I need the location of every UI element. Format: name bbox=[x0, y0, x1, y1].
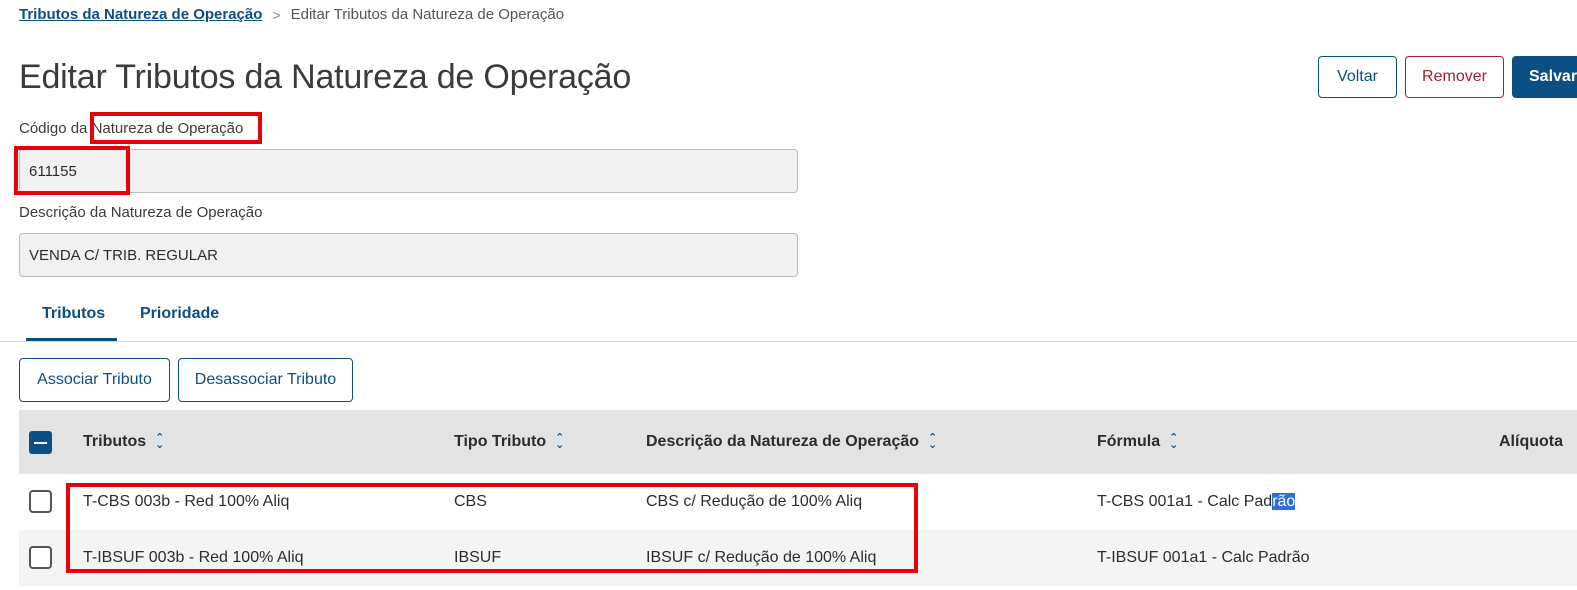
breadcrumb-current: Editar Tributos da Natureza de Operação bbox=[290, 6, 565, 23]
code-field-value: 611155 bbox=[29, 162, 77, 180]
sort-icon[interactable]: ⌃ ⌄ bbox=[555, 433, 564, 451]
column-header-label: Descrição da Natureza de Operação bbox=[646, 433, 920, 450]
cell-tributo: T-CBS 003b - Red 100% Aliq bbox=[83, 493, 290, 510]
cell-tipo-tributo: IBSUF bbox=[454, 549, 502, 566]
cell-formula-text: T-CBS 001a1 - Calc Pad bbox=[1097, 493, 1273, 510]
column-header-label: Fórmula bbox=[1097, 433, 1161, 450]
code-label-suffix: Natureza de Operação bbox=[91, 120, 244, 137]
column-header-label: Alíquota bbox=[1499, 433, 1563, 450]
column-header-formula[interactable]: Fórmula ⌃ ⌄ bbox=[1097, 433, 1178, 451]
cell-descricao: IBSUF c/ Redução de 100% Aliq bbox=[646, 549, 877, 566]
disassociate-tax-button[interactable]: Desassociar Tributo bbox=[178, 358, 353, 402]
breadcrumb: Tributos da Natureza de Operação > Edita… bbox=[19, 6, 564, 23]
cell-formula: T-IBSUF 001a1 - Calc Padrão bbox=[1097, 549, 1310, 566]
description-field-value: VENDA C/ TRIB. REGULAR bbox=[29, 246, 218, 264]
cell-formula: T-CBS 001a1 - Calc Padrão bbox=[1097, 493, 1296, 511]
cell-descricao: CBS c/ Redução de 100% Aliq bbox=[646, 493, 863, 510]
code-label-prefix: Código da bbox=[19, 120, 88, 137]
breadcrumb-parent-link[interactable]: Tributos da Natureza de Operação bbox=[19, 6, 262, 23]
code-field[interactable]: 611155 bbox=[19, 149, 798, 193]
remove-button[interactable]: Remover bbox=[1405, 56, 1504, 98]
description-field-label: Descrição da Natureza de Operação bbox=[19, 204, 263, 221]
sort-icon[interactable]: ⌃ ⌄ bbox=[928, 433, 937, 451]
column-header-label: Tributos bbox=[83, 433, 147, 450]
column-header-tipo-tributo[interactable]: Tipo Tributo ⌃ ⌄ bbox=[454, 433, 564, 451]
back-button[interactable]: Voltar bbox=[1318, 56, 1397, 98]
save-button[interactable]: Salvar bbox=[1512, 56, 1577, 98]
column-header-aliquota[interactable]: Alíquota bbox=[1499, 433, 1563, 451]
chevron-right-icon: > bbox=[272, 6, 281, 23]
tabs-divider bbox=[0, 341, 1577, 342]
selected-text: rão bbox=[1272, 493, 1296, 510]
cell-tipo-tributo: CBS bbox=[454, 493, 487, 510]
row-checkbox[interactable] bbox=[29, 546, 52, 569]
sort-icon[interactable]: ⌃ ⌄ bbox=[1169, 433, 1178, 451]
column-header-tributos[interactable]: Tributos ⌃ ⌄ bbox=[83, 433, 164, 451]
sort-icon[interactable]: ⌃ ⌄ bbox=[155, 433, 164, 451]
row-checkbox[interactable] bbox=[29, 490, 52, 513]
select-all-checkbox[interactable] bbox=[29, 431, 52, 454]
column-header-descricao[interactable]: Descrição da Natureza de Operação ⌃ ⌄ bbox=[646, 433, 937, 451]
code-field-label: Código da Natureza de Operação bbox=[19, 120, 243, 137]
page-title: Editar Tributos da Natureza de Operação bbox=[19, 58, 632, 96]
associate-tax-button[interactable]: Associar Tributo bbox=[19, 358, 170, 402]
tab-prioridade[interactable]: Prioridade bbox=[140, 305, 219, 323]
cell-tributo: T-IBSUF 003b - Red 100% Aliq bbox=[83, 549, 304, 566]
tab-tributos[interactable]: Tributos bbox=[42, 305, 105, 323]
description-field[interactable]: VENDA C/ TRIB. REGULAR bbox=[19, 233, 798, 277]
column-header-label: Tipo Tributo bbox=[454, 433, 547, 450]
